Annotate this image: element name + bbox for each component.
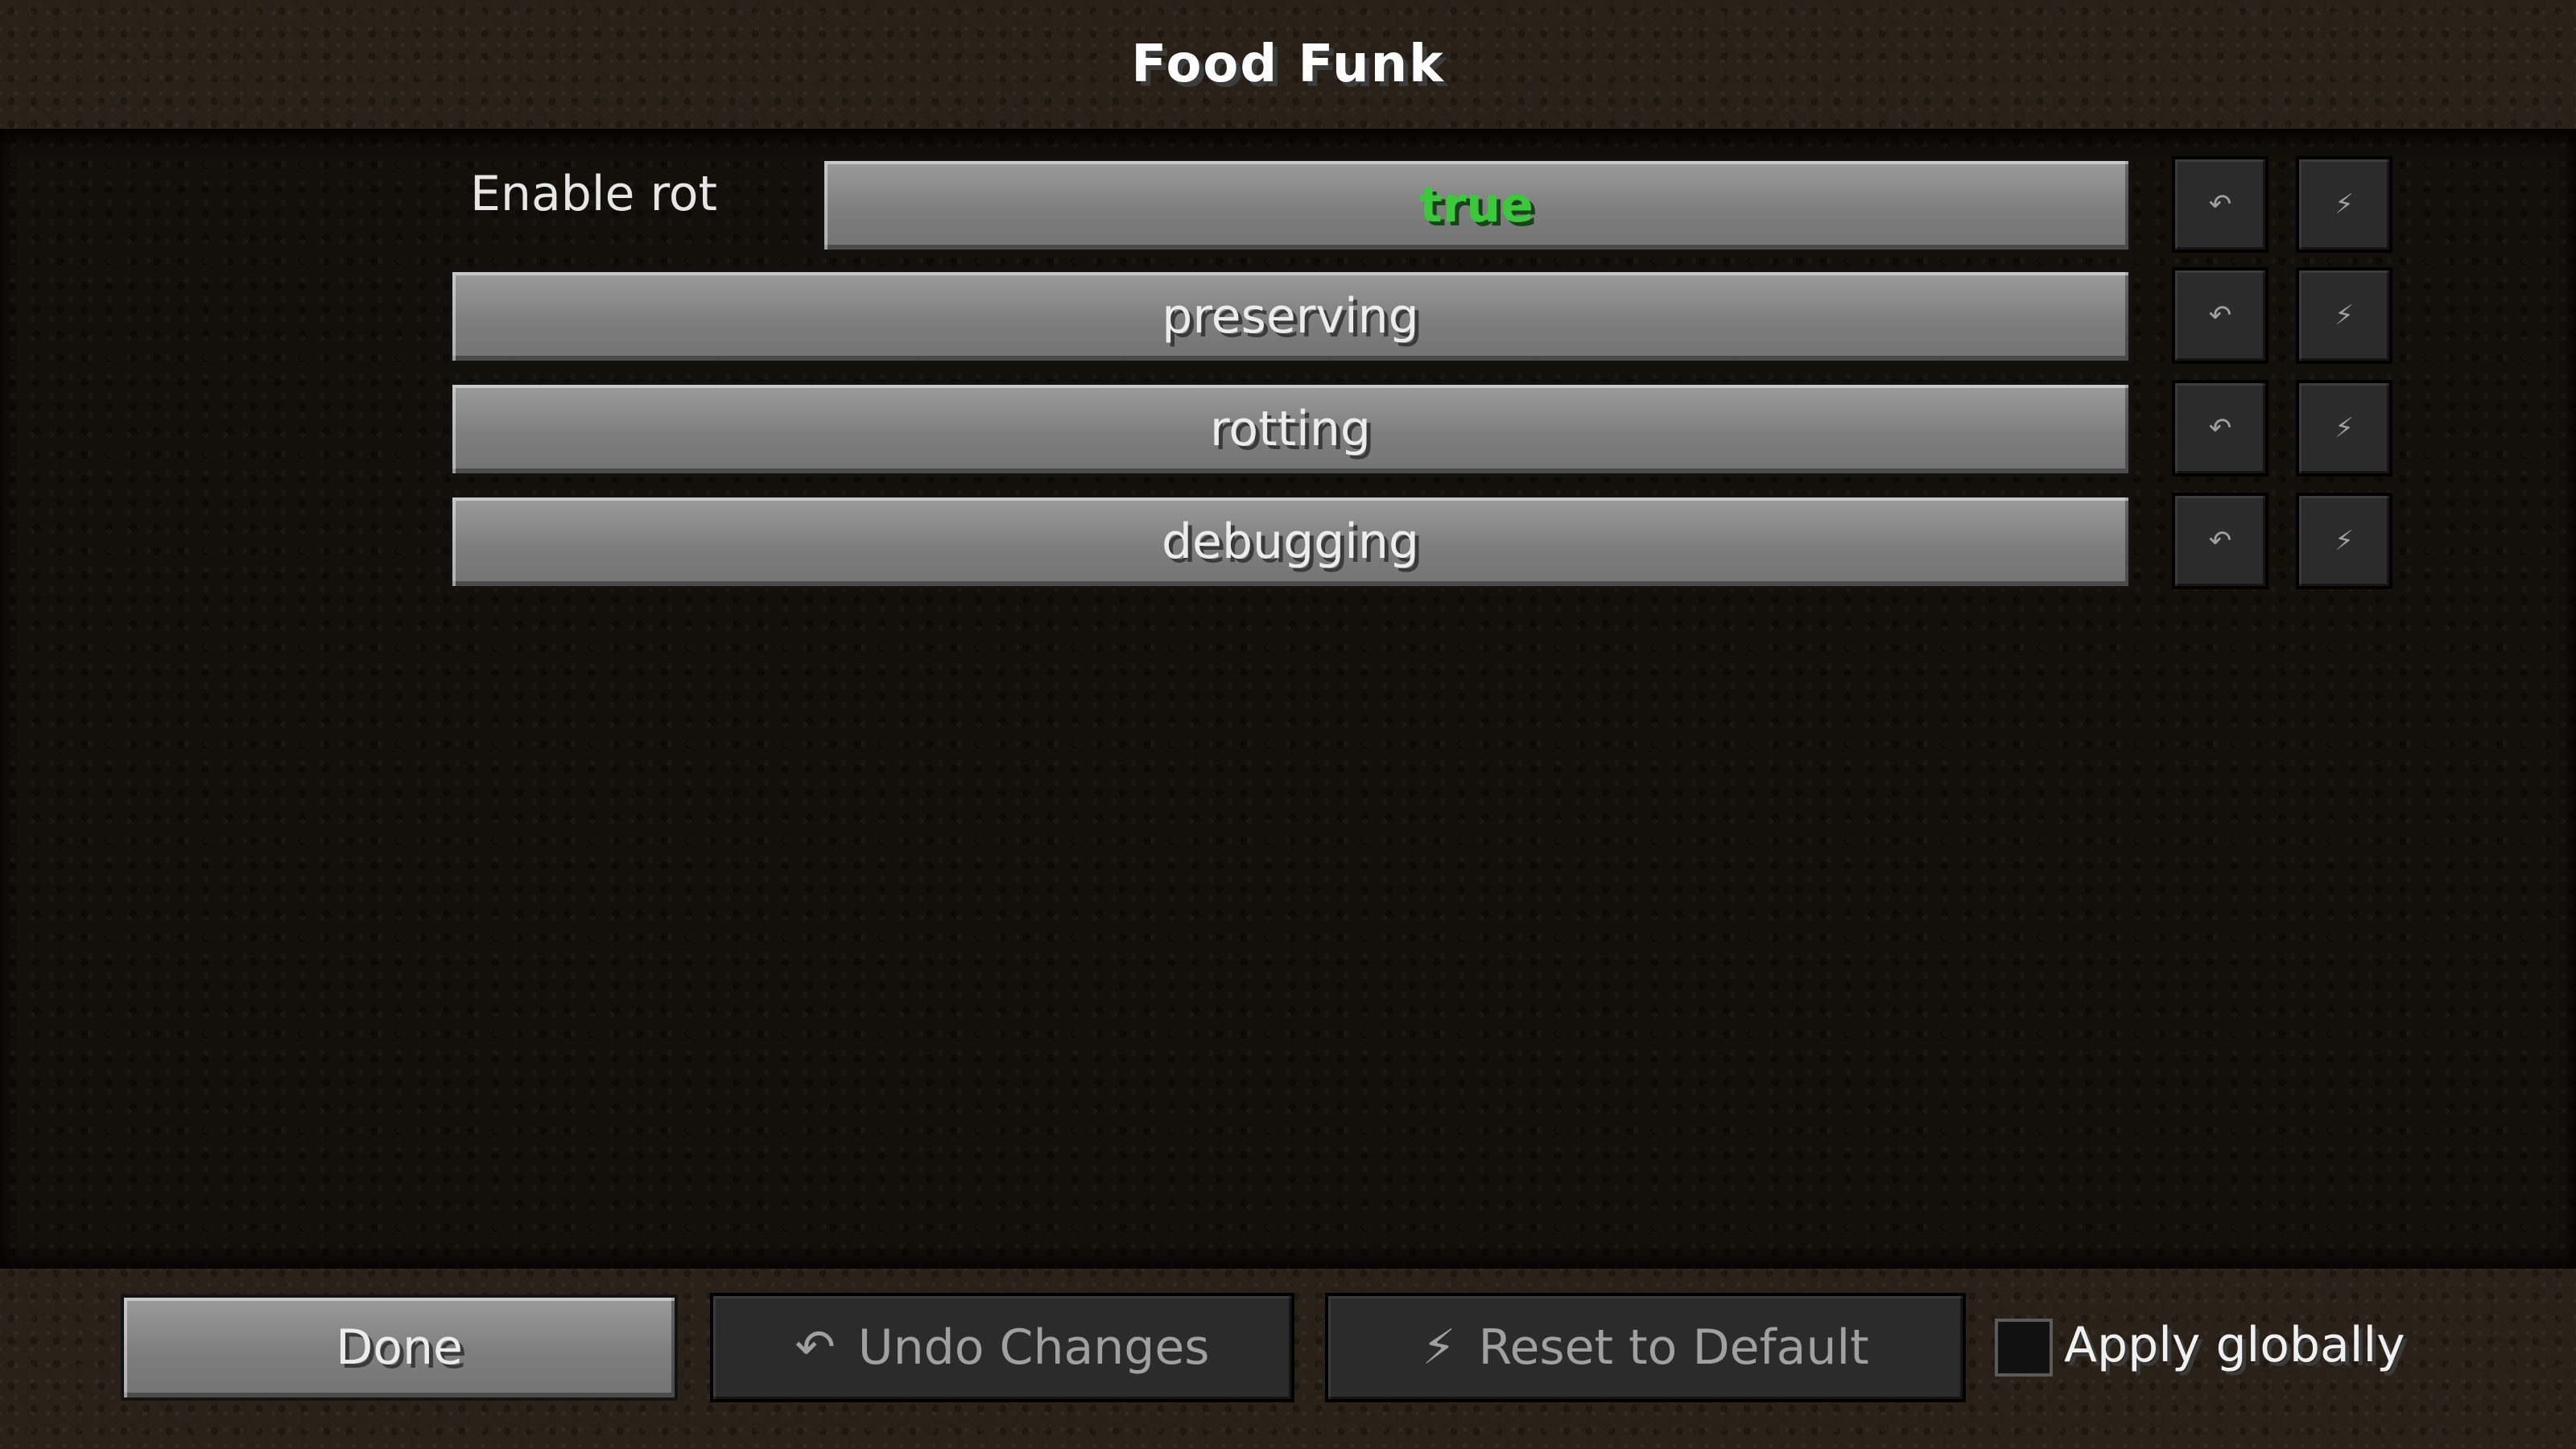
reset-icon: ⚡ bbox=[2334, 525, 2354, 557]
undo-changes-button[interactable]: ↶ Undo Changes bbox=[710, 1293, 1294, 1402]
undo-icon: ↶ bbox=[795, 1319, 836, 1376]
apply-globally-label[interactable]: Apply globally bbox=[2064, 1317, 2405, 1373]
options-list[interactable]: Enable rot true ↶ ⚡ preserving ↶ ⚡ rotti… bbox=[0, 129, 2576, 1269]
screen-title: Food Funk bbox=[1131, 35, 1445, 94]
reset-icon: ⚡ bbox=[2334, 188, 2354, 221]
reset-icon: ⚡ bbox=[2334, 412, 2354, 444]
undo-icon: ↶ bbox=[2208, 299, 2232, 332]
debugging-label: debugging bbox=[1161, 514, 1420, 570]
rotting-label: rotting bbox=[1210, 401, 1371, 457]
screen-footer: Done ↶ Undo Changes ⚡ Reset to Default A… bbox=[0, 1269, 2576, 1449]
rotting-reset-button[interactable]: ⚡ bbox=[2296, 380, 2392, 477]
undo-icon: ↶ bbox=[2208, 188, 2232, 221]
reset-icon: ⚡ bbox=[1422, 1319, 1456, 1376]
rotting-undo-button[interactable]: ↶ bbox=[2172, 380, 2268, 477]
debugging-reset-button[interactable]: ⚡ bbox=[2296, 493, 2392, 589]
enable-rot-undo-button[interactable]: ↶ bbox=[2172, 156, 2268, 253]
preserving-reset-button[interactable]: ⚡ bbox=[2296, 267, 2392, 364]
undo-icon: ↶ bbox=[2208, 412, 2232, 444]
screen-header: Food Funk bbox=[0, 0, 2576, 129]
enable-rot-value: true bbox=[1419, 177, 1534, 233]
debugging-category-button[interactable]: debugging bbox=[449, 494, 2132, 589]
undo-changes-label: Undo Changes bbox=[857, 1319, 1210, 1376]
preserving-label: preserving bbox=[1162, 288, 1419, 345]
preserving-undo-button[interactable]: ↶ bbox=[2172, 267, 2268, 364]
done-label: Done bbox=[336, 1319, 463, 1376]
rotting-category-button[interactable]: rotting bbox=[449, 382, 2132, 477]
reset-to-default-button[interactable]: ⚡ Reset to Default bbox=[1325, 1293, 1966, 1402]
enable-rot-reset-button[interactable]: ⚡ bbox=[2296, 156, 2392, 253]
debugging-undo-button[interactable]: ↶ bbox=[2172, 493, 2268, 589]
reset-to-default-label: Reset to Default bbox=[1478, 1319, 1869, 1376]
undo-icon: ↶ bbox=[2208, 525, 2232, 557]
option-label-enable-rot: Enable rot bbox=[470, 166, 718, 222]
reset-icon: ⚡ bbox=[2334, 299, 2354, 332]
done-button[interactable]: Done bbox=[121, 1294, 678, 1401]
enable-rot-toggle[interactable]: true bbox=[821, 158, 2132, 253]
preserving-category-button[interactable]: preserving bbox=[449, 269, 2132, 364]
apply-globally-checkbox[interactable] bbox=[1995, 1319, 2053, 1377]
